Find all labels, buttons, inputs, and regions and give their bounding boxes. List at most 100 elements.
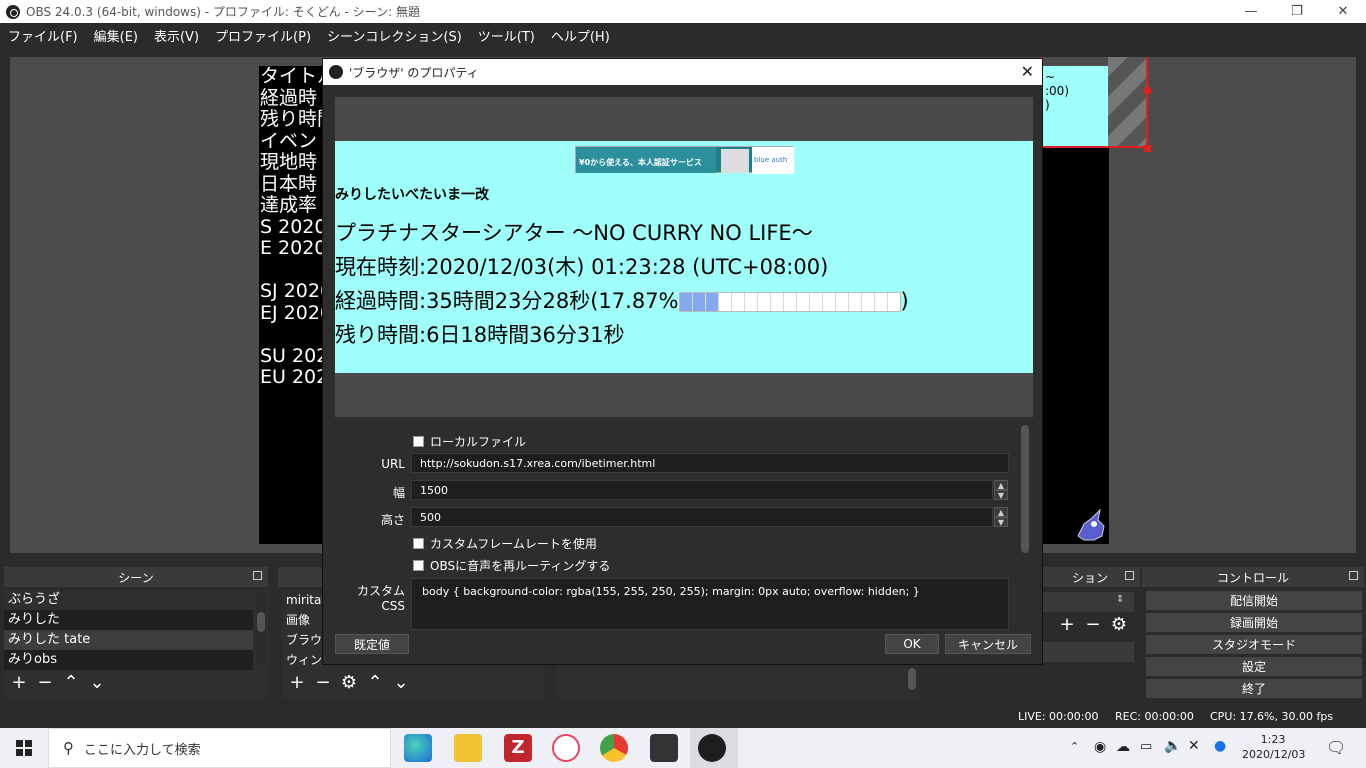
window-titlebar: OBS 24.0.3 (64-bit, windows) - プロファイル: そ… <box>0 0 1366 23</box>
search-icon: ⚲ <box>63 739 74 757</box>
browser-source-render: ¥0から使える、本人認証サービス blue auth みりしたいべたいま一改 プ… <box>335 141 1033 373</box>
height-spinner[interactable]: ▲ ▼ <box>994 507 1008 527</box>
move-up-icon[interactable]: ⌃ <box>366 674 384 692</box>
taskbar-clock[interactable]: 1:23 2020/12/03 <box>1242 732 1305 762</box>
sources-dock-title <box>278 567 322 587</box>
itunes-icon[interactable] <box>552 734 580 762</box>
current-time: 現在時刻:2020/12/03(木) 01:23:28 (UTC+08:00) <box>335 255 829 279</box>
banner-text: ¥0から使える、本人認証サービス <box>576 147 716 173</box>
menu-view[interactable]: 表示(V) <box>154 26 199 45</box>
studio-mode-button[interactable]: スタジオモード <box>1146 635 1362 654</box>
height-input[interactable]: 500 <box>411 507 993 527</box>
elapsed-suffix: ) <box>900 289 909 313</box>
obs-logo-icon <box>329 65 343 79</box>
scene-item[interactable]: みりした <box>4 610 253 630</box>
transitions-dock-title: ション <box>1040 567 1140 587</box>
reroute-audio-row: OBSに音声を再ルーティングする <box>413 557 610 574</box>
spin-up-icon[interactable]: ▲ <box>994 507 1008 517</box>
taskbar-search[interactable]: ⚲ ここに入力して検索 <box>48 728 391 768</box>
remove-scene-icon[interactable]: − <box>36 674 54 692</box>
cancel-button[interactable]: キャンセル <box>945 634 1031 654</box>
menu-file[interactable]: ファイル(F) <box>8 26 78 45</box>
scene-item[interactable]: みりした tate <box>4 630 253 650</box>
notification-icon[interactable]: 🗨 <box>1326 738 1346 757</box>
status-bar: LIVE: 00:00:00 REC: 00:00:00 CPU: 17.6%,… <box>0 706 1366 728</box>
tray-app-icon[interactable]: ● <box>1214 738 1226 754</box>
cpu-status: CPU: 17.6%, 30.00 fps <box>1210 710 1334 723</box>
resize-handle[interactable] <box>1144 87 1151 94</box>
window-title: OBS 24.0.3 (64-bit, windows) - プロファイル: そ… <box>26 5 420 19</box>
edge-icon[interactable] <box>404 734 432 762</box>
settings-button[interactable]: 設定 <box>1146 657 1362 676</box>
gear-icon[interactable]: ⚙ <box>340 674 358 692</box>
menu-scene-collection[interactable]: シーンコレクション(S) <box>327 26 462 45</box>
ok-button[interactable]: OK <box>885 634 939 654</box>
windows-taskbar: ⚲ ここに入力して検索 Z ⌃ ◉ ☁ ▭ 🔈 ✕ ● 1:23 2020/12… <box>0 728 1366 768</box>
volume-icon[interactable]: 🔈 <box>1164 738 1181 754</box>
dock-float-icon[interactable] <box>253 571 262 580</box>
start-recording-button[interactable]: 録画開始 <box>1146 613 1362 632</box>
resize-handle[interactable] <box>1144 145 1151 152</box>
rec-status: REC: 00:00:00 <box>1115 710 1194 723</box>
local-file-checkbox[interactable] <box>413 436 424 447</box>
move-up-icon[interactable]: ⌃ <box>62 674 80 692</box>
scene-item[interactable]: ぶらうざ <box>4 590 253 610</box>
onedrive-icon[interactable]: ☁ <box>1116 739 1130 755</box>
dock-float-icon[interactable] <box>1125 571 1134 580</box>
remove-source-icon[interactable]: − <box>314 674 332 692</box>
reroute-audio-checkbox[interactable] <box>413 560 424 571</box>
properties-dialog: 'ブラウザ' のプロパティ ✕ ¥0から使える、本人認証サービス blue au… <box>322 58 1043 665</box>
scenes-dock-title: シーン <box>4 567 268 587</box>
battery-icon[interactable]: ▭ <box>1140 739 1152 754</box>
banner-image <box>721 149 749 173</box>
dialog-scrollbar[interactable] <box>1021 425 1029 553</box>
scene-item[interactable]: みりobs <box>4 650 253 670</box>
start-streaming-button[interactable]: 配信開始 <box>1146 591 1362 610</box>
chrome-icon[interactable] <box>600 734 628 762</box>
menu-help[interactable]: ヘルプ(H) <box>551 26 610 45</box>
spin-down-icon[interactable]: ▼ <box>994 490 1008 500</box>
windows-start-icon[interactable] <box>16 740 32 756</box>
transitions-panel: ⇕ + − ⚙ <box>1040 590 1140 700</box>
duration-spinbox[interactable] <box>1040 642 1134 662</box>
local-file-label: ローカルファイル <box>430 435 527 449</box>
width-input[interactable]: 1500 <box>411 480 993 500</box>
search-placeholder: ここに入力して検索 <box>84 742 201 758</box>
menu-edit[interactable]: 編集(E) <box>94 26 138 45</box>
filezilla-icon[interactable]: Z <box>504 734 532 762</box>
exit-button[interactable]: 終了 <box>1146 679 1362 698</box>
menu-tools[interactable]: ツール(T) <box>478 26 535 45</box>
elapsed-time: 経過時間:35時間23分28秒(17.87% <box>335 289 679 313</box>
tray-chevron-up-icon[interactable]: ⌃ <box>1070 740 1079 753</box>
width-spinner[interactable]: ▲ ▼ <box>994 480 1008 500</box>
close-button[interactable]: ✕ <box>1320 0 1366 23</box>
scenes-scrollbar[interactable] <box>256 592 266 664</box>
minimize-button[interactable]: — <box>1228 0 1274 23</box>
transitions-title: ション <box>1071 570 1108 585</box>
custom-fps-checkbox[interactable] <box>413 538 424 549</box>
file-explorer-icon[interactable] <box>454 734 482 762</box>
menu-profile[interactable]: プロファイル(P) <box>215 26 311 45</box>
custom-css-input[interactable]: body { background-color: rgba(155, 255, … <box>411 578 1009 630</box>
obs-logo-icon <box>6 4 20 19</box>
remove-transition-icon[interactable]: − <box>1084 616 1102 634</box>
add-transition-icon[interactable]: + <box>1058 616 1076 634</box>
video-app-icon[interactable] <box>650 734 678 762</box>
network-disconnected-icon[interactable]: ✕ <box>1188 738 1200 754</box>
spin-up-icon[interactable]: ▲ <box>994 480 1008 490</box>
remaining-time: 残り時間:6日18時間36分31秒 <box>335 323 625 347</box>
add-source-icon[interactable]: + <box>288 674 306 692</box>
move-down-icon[interactable]: ⌄ <box>88 674 106 692</box>
move-down-icon[interactable]: ⌄ <box>392 674 410 692</box>
scroll-thumb[interactable] <box>908 668 916 690</box>
defaults-button[interactable]: 既定値 <box>335 634 409 654</box>
scroll-thumb[interactable] <box>257 612 265 632</box>
gear-icon[interactable]: ⚙ <box>1110 616 1128 634</box>
tray-obs-icon[interactable]: ◉ <box>1094 739 1106 755</box>
spin-down-icon[interactable]: ▼ <box>994 517 1008 527</box>
maximize-button[interactable]: ❐ <box>1274 0 1320 23</box>
add-scene-icon[interactable]: + <box>10 674 28 692</box>
selection-box[interactable] <box>1040 57 1148 148</box>
dialog-close-button[interactable]: ✕ <box>1021 62 1034 81</box>
url-input[interactable]: http://sokudon.s17.xrea.com/ibetimer.htm… <box>411 453 1009 473</box>
